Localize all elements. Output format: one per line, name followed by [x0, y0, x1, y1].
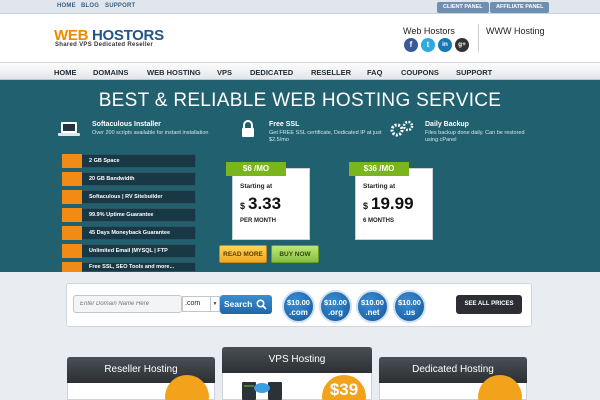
main-nav: HOME DOMAINS WEB HOSTING VPS DEDICATED R…	[0, 62, 600, 80]
tld-price: $10.00	[361, 298, 384, 307]
read-more-button[interactable]: READ MORE	[219, 245, 267, 263]
feature-backup-title: Daily Backup	[425, 121, 469, 128]
check-item: Softaculous | RV Sitebuilder	[62, 190, 196, 204]
check-label: Softaculous | RV Sitebuilder	[89, 194, 163, 200]
buy-now-button[interactable]: BUY NOW	[271, 245, 319, 263]
lock-icon	[242, 120, 254, 137]
tld-badge-us[interactable]: $10.00 .us	[393, 290, 426, 323]
tld-select[interactable]: .com ▼	[182, 296, 220, 312]
check-item: 99.9% Uptime Guarantee	[62, 208, 196, 222]
check-label: 45 Days Moneyback Guarantee	[89, 230, 171, 236]
price-dollar: $	[363, 201, 369, 211]
tld-price: $10.00	[324, 298, 347, 307]
tld-badge-org[interactable]: $10.00 .org	[319, 290, 352, 323]
header-divider	[478, 24, 479, 52]
check-label: 2 GB Space	[89, 158, 120, 164]
feature-ssl-title: Free SSL	[269, 121, 300, 128]
check-label: Unlimited Email |MYSQL | FTP	[89, 248, 168, 254]
tld-badge-com[interactable]: $10.00 .com	[282, 290, 315, 323]
chevron-down-icon: ▼	[210, 297, 219, 311]
www-hosting-label: WWW Hosting	[486, 26, 545, 36]
nav-home[interactable]: HOME	[54, 68, 77, 77]
search-icon	[256, 299, 267, 310]
top-link-support[interactable]: SUPPORT	[105, 3, 135, 9]
brand-name: Web Hostors	[403, 26, 455, 36]
check-item: 45 Days Moneyback Guarantee	[62, 226, 196, 240]
check-item: Free SSL, SEO Tools and more...	[62, 262, 196, 272]
check-tab	[62, 154, 82, 168]
price-ribbon: $6 /MO	[226, 162, 286, 176]
nav-support[interactable]: SUPPORT	[456, 68, 492, 77]
tld-extension: .com	[289, 308, 308, 317]
see-all-prices-button[interactable]: SEE ALL PRICES	[456, 295, 522, 314]
googleplus-icon[interactable]: g+	[455, 38, 469, 52]
price-ribbon: $36 /MO	[349, 162, 409, 176]
affiliate-panel-button[interactable]: AFFILIATE PANEL	[490, 2, 550, 13]
nav-faq[interactable]: FAQ	[367, 68, 382, 77]
feature-backup-desc: Files backup done daily. Can be restored…	[425, 130, 525, 143]
top-link-blog[interactable]: BLOG	[81, 3, 99, 9]
check-label: 20 GB Bandwidth	[89, 176, 135, 182]
price-dollar: $	[240, 201, 246, 211]
vps-hosting-title: VPS Hosting	[222, 347, 372, 373]
price-period: 6 MONTHS	[363, 218, 395, 224]
banner-title: BEST & RELIABLE WEB HOSTING SERVICE	[98, 90, 502, 111]
server-cloud-icon	[242, 382, 282, 400]
check-tab	[62, 172, 82, 186]
price-amount: 3.33	[248, 194, 282, 213]
nav-coupons[interactable]: COUPONS	[401, 68, 439, 77]
gears-icon	[390, 120, 414, 137]
logo-tagline: Shared VPS Dedicated Reseller	[55, 42, 154, 48]
nav-reseller[interactable]: RESELLER	[311, 68, 351, 77]
tld-extension: .us	[403, 308, 416, 317]
linkedin-icon[interactable]: in	[438, 38, 452, 52]
twitter-icon[interactable]: t	[421, 38, 435, 52]
nav-domains[interactable]: DOMAINS	[93, 68, 128, 77]
check-tab	[62, 226, 82, 240]
feature-softaculous-title: Softaculous Installer	[92, 121, 161, 128]
tld-price: $10.00	[287, 298, 310, 307]
feature-softaculous-desc: Over 200 scripts available for instant i…	[92, 130, 209, 136]
tld-price: $10.00	[398, 298, 421, 307]
top-link-home[interactable]: HOME	[57, 3, 76, 9]
nav-web-hosting[interactable]: WEB HOSTING	[147, 68, 201, 77]
check-tab	[62, 208, 82, 222]
search-button-label: Search	[224, 299, 253, 309]
check-label: 99.9% Uptime Guarantee	[89, 212, 154, 218]
price-starting-label: Starting at	[240, 183, 273, 190]
check-tab	[62, 262, 82, 272]
tld-extension: .org	[327, 308, 344, 317]
tld-extension: .net	[365, 308, 380, 317]
nav-vps[interactable]: VPS	[217, 68, 232, 77]
feature-ssl-desc: Get FREE SSL certificate, Dedicated IP a…	[269, 130, 382, 143]
tld-badge-net[interactable]: $10.00 .net	[356, 290, 389, 323]
check-tab	[62, 190, 82, 204]
domain-search-button[interactable]: Search	[220, 295, 272, 314]
vps-price: $39	[329, 380, 359, 399]
facebook-icon[interactable]: f	[404, 38, 418, 52]
price-amount: 19.99	[371, 194, 414, 213]
tld-selected-value: .com	[185, 300, 201, 307]
check-label: Free SSL, SEO Tools and more...	[89, 264, 175, 270]
check-item: Unlimited Email |MYSQL | FTP	[62, 244, 196, 258]
domain-search-input[interactable]	[73, 295, 182, 313]
client-panel-button[interactable]: CLIENT PANEL	[437, 2, 489, 13]
price-starting-label: Starting at	[363, 183, 396, 190]
top-bar: HOME BLOG SUPPORT CLIENT PANEL AFFILIATE…	[0, 0, 600, 14]
nav-dedicated[interactable]: DEDICATED	[250, 68, 293, 77]
laptop-icon	[58, 122, 80, 136]
price-period: PER MONTH	[240, 218, 276, 224]
check-item: 2 GB Space	[62, 154, 196, 168]
check-tab	[62, 244, 82, 258]
check-item: 20 GB Bandwidth	[62, 172, 196, 186]
